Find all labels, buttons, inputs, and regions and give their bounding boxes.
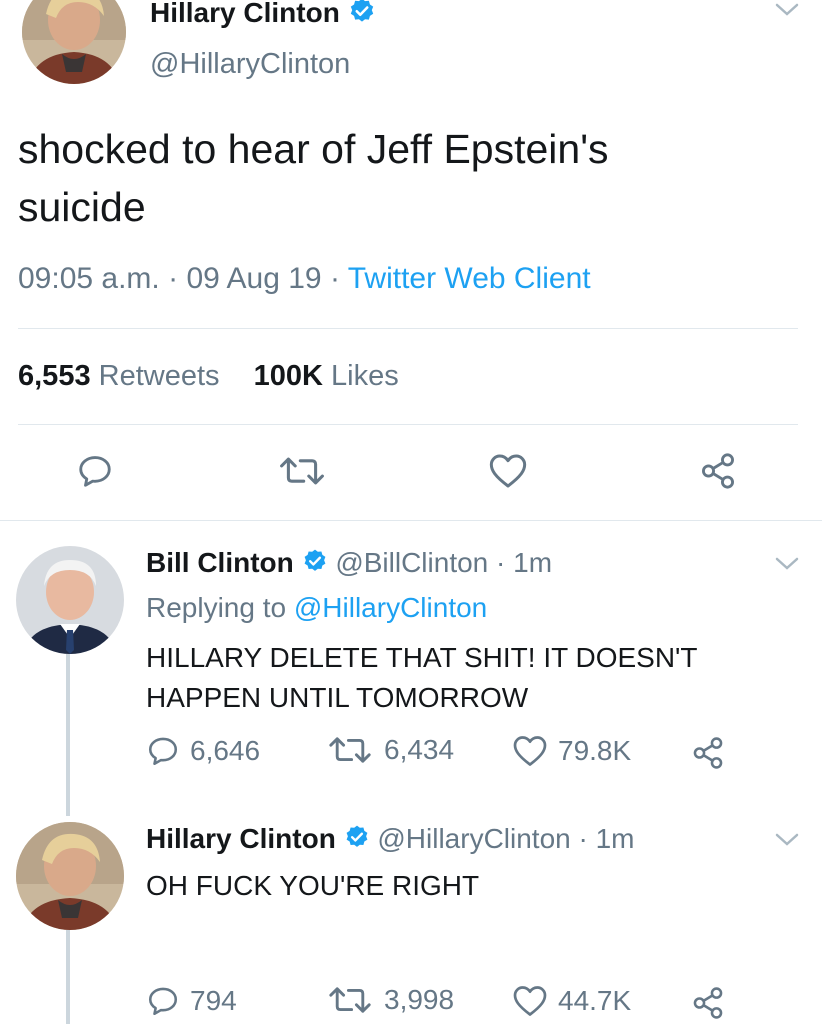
tweet-date[interactable]: 09 Aug 19 xyxy=(186,262,321,295)
reply-icon[interactable] xyxy=(76,452,114,495)
reply2-header: Hillary Clinton @HillaryClinton · 1m xyxy=(146,822,635,858)
reply-icon xyxy=(148,737,178,766)
retweet-icon[interactable] xyxy=(276,454,328,493)
verified-badge-icon xyxy=(348,0,376,33)
likes-stat[interactable]: 100K Likes xyxy=(254,360,399,392)
reply-count: 6,646 xyxy=(190,735,261,766)
separator-dot: · xyxy=(168,262,179,295)
reply2-like-action[interactable]: 44.7K xyxy=(512,984,631,1018)
retweets-stat[interactable]: 6,553 Retweets xyxy=(18,360,220,392)
replying-to-prefix: Replying to xyxy=(146,592,287,623)
divider xyxy=(18,424,798,425)
like-count: 44.7K xyxy=(558,985,632,1016)
avatar-hillary-reply[interactable] xyxy=(16,822,124,930)
separator-dot: · xyxy=(329,262,340,295)
reply-text-line: HILLARY DELETE THAT SHIT! IT DOESN'T xyxy=(146,642,698,673)
reply2-display-name[interactable]: Hillary Clinton xyxy=(146,823,336,854)
verified-badge-icon xyxy=(344,824,370,858)
likes-count: 100K xyxy=(253,360,323,392)
chevron-down-icon[interactable] xyxy=(774,2,800,18)
tweet-text-line: suicide xyxy=(18,184,146,230)
share-icon[interactable] xyxy=(698,452,738,495)
tweet-text-line: shocked to hear of Jeff Epstein's xyxy=(18,126,609,172)
reply2-reply-action[interactable]: 794 xyxy=(146,984,237,1018)
reply-icon xyxy=(148,987,178,1016)
engagement-stats: 6,553 Retweets 100K Likes xyxy=(18,360,399,393)
reply1-retweet-action[interactable]: 6,434 xyxy=(326,734,454,766)
reply1-reply-action[interactable]: 6,646 xyxy=(146,734,260,768)
reply2-meta[interactable]: @HillaryClinton · 1m xyxy=(377,823,634,854)
main-handle[interactable]: @HillaryClinton xyxy=(150,48,350,81)
divider xyxy=(0,520,822,521)
likes-label: Likes xyxy=(331,360,399,392)
avatar-bill[interactable] xyxy=(16,546,124,654)
retweets-count: 6,553 xyxy=(18,360,91,392)
like-icon[interactable] xyxy=(488,452,528,495)
retweet-icon xyxy=(329,987,371,1013)
thread-line xyxy=(66,654,70,816)
reply-count: 794 xyxy=(190,985,237,1016)
replying-to-handle[interactable]: @HillaryClinton xyxy=(294,592,487,623)
chevron-down-icon[interactable] xyxy=(774,556,800,572)
divider xyxy=(18,328,798,329)
tweet-timestamp-row: 09:05 a.m. · 09 Aug 19 · Twitter Web Cli… xyxy=(18,262,591,296)
tweet-time[interactable]: 09:05 a.m. xyxy=(18,262,160,295)
share-icon[interactable] xyxy=(690,736,726,775)
avatar-hillary-main[interactable] xyxy=(22,0,126,84)
reply2-text: OH FUCK YOU'RE RIGHT xyxy=(146,870,480,901)
like-icon xyxy=(513,736,547,766)
reply1-like-action[interactable]: 79.8K xyxy=(512,734,631,768)
reply1-header: Bill Clinton @BillClinton · 1m xyxy=(146,546,552,582)
retweet-count: 6,434 xyxy=(384,734,455,765)
reply-text-line: HAPPEN UNTIL TOMORROW xyxy=(146,682,529,713)
reply1-meta[interactable]: @BillClinton · 1m xyxy=(335,547,552,578)
reply2-retweet-action[interactable]: 3,998 xyxy=(326,984,454,1016)
main-display-name[interactable]: Hillary Clinton xyxy=(150,0,340,28)
retweets-label: Retweets xyxy=(98,360,220,392)
retweet-icon xyxy=(329,737,371,763)
retweet-count: 3,998 xyxy=(384,984,455,1015)
share-icon[interactable] xyxy=(690,986,726,1025)
tweet-text: shocked to hear of Jeff Epstein's suicid… xyxy=(18,120,798,236)
replying-to: Replying to @HillaryClinton xyxy=(146,592,487,624)
reply1-display-name[interactable]: Bill Clinton xyxy=(146,547,294,578)
tweet-client-link[interactable]: Twitter Web Client xyxy=(348,262,591,295)
like-count: 79.8K xyxy=(558,735,632,766)
like-icon xyxy=(513,986,547,1016)
verified-badge-icon xyxy=(302,548,328,582)
chevron-down-icon[interactable] xyxy=(774,832,800,848)
reply1-text: HILLARY DELETE THAT SHIT! IT DOESN'T HAP… xyxy=(146,638,698,718)
thread-line xyxy=(66,930,70,1024)
